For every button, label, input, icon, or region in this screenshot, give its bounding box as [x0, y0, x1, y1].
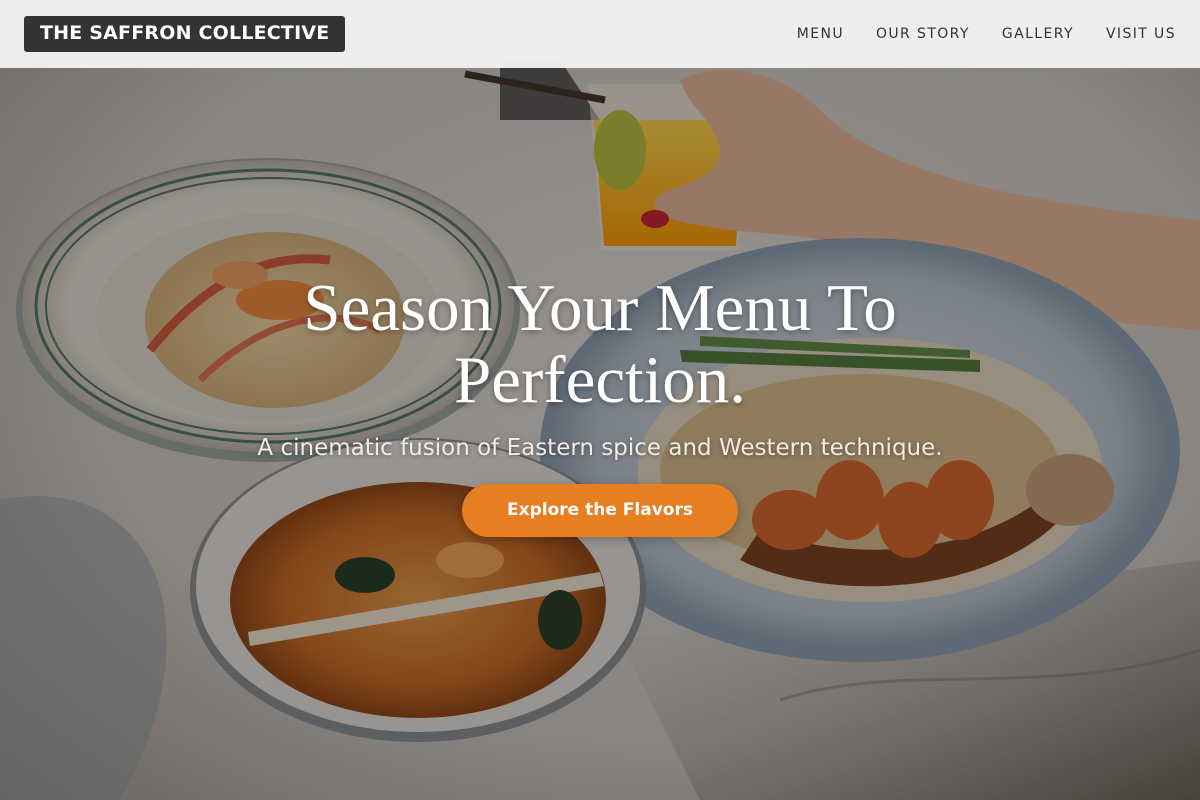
landing-page: THE SAFFRON COLLECTIVE MENU OUR STORY GA…: [0, 0, 1200, 800]
explore-flavors-button[interactable]: Explore the Flavors: [462, 484, 738, 537]
nav-link-gallery[interactable]: GALLERY: [1002, 26, 1074, 42]
nav-link-visit-us[interactable]: VISIT US: [1106, 26, 1176, 42]
hero-tagline: A cinematic fusion of Eastern spice and …: [257, 435, 943, 461]
hero-headline: Season Your Menu To Perfection.: [303, 271, 897, 417]
brand-logo[interactable]: THE SAFFRON COLLECTIVE: [24, 16, 346, 52]
hero-content: Season Your Menu To Perfection. A cinema…: [0, 272, 1200, 537]
site-header: THE SAFFRON COLLECTIVE MENU OUR STORY GA…: [0, 0, 1200, 68]
main-nav: MENU OUR STORY GALLERY VISIT US: [797, 26, 1176, 42]
nav-link-our-story[interactable]: OUR STORY: [876, 26, 970, 42]
nav-link-menu[interactable]: MENU: [797, 26, 844, 42]
